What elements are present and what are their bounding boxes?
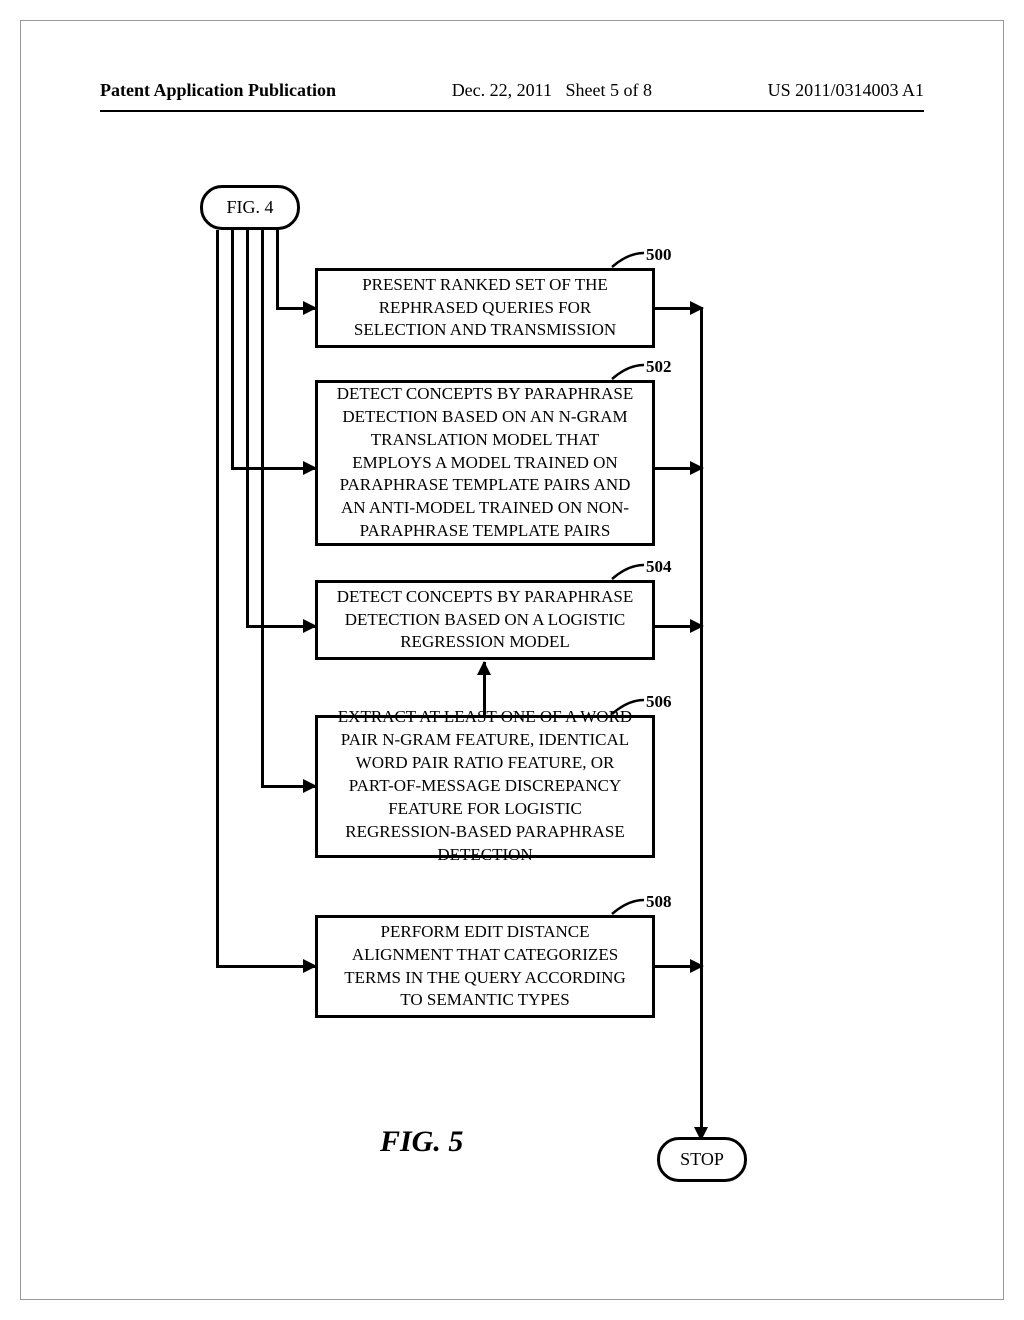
reference-leader-icon [610,363,646,381]
process-box-502-text: DETECT CONCEPTS BY PARAPHRASE DETECTION … [334,383,636,544]
connector-line [216,230,219,968]
page-header: Patent Application Publication Dec. 22, … [0,80,1024,101]
reference-leader-icon [610,898,646,916]
header-pub-number: US 2011/0314003 A1 [768,80,924,101]
stop-terminal: STOP [657,1137,747,1182]
header-sheet: Sheet 5 of 8 [566,80,652,100]
start-terminal: FIG. 4 [200,185,300,230]
connector-line [246,230,249,628]
process-box-506: EXTRACT AT LEAST ONE OF A WORD PAIR N-GR… [315,715,655,858]
arrow-into-500 [276,307,316,310]
reference-leader-icon [610,251,646,269]
figure-label: FIG. 5 [380,1125,463,1159]
process-box-500-text: PRESENT RANKED SET OF THE REPHRASED QUER… [334,274,636,343]
arrow-out-500 [655,307,703,310]
connector-line [231,230,234,470]
arrow-into-506 [261,785,316,788]
reference-leader-icon [610,698,646,716]
connector-line [276,230,279,310]
process-box-504: DETECT CONCEPTS BY PARAPHRASE DETECTION … [315,580,655,660]
arrow-into-504 [246,625,316,628]
connector-line [261,230,264,788]
arrow-out-502 [655,467,703,470]
header-date-sheet: Dec. 22, 2011 Sheet 5 of 8 [452,80,652,101]
process-box-508: PERFORM EDIT DISTANCE ALIGNMENT THAT CAT… [315,915,655,1018]
process-box-504-text: DETECT CONCEPTS BY PARAPHRASE DETECTION … [334,586,636,655]
reference-numeral-508: 508 [646,892,672,912]
arrow-506-to-504 [483,662,486,717]
start-terminal-label: FIG. 4 [226,197,273,218]
process-box-502: DETECT CONCEPTS BY PARAPHRASE DETECTION … [315,380,655,546]
process-box-508-text: PERFORM EDIT DISTANCE ALIGNMENT THAT CAT… [334,921,636,1013]
reference-numeral-504: 504 [646,557,672,577]
stop-terminal-label: STOP [680,1149,724,1170]
header-publication-type: Patent Application Publication [100,80,336,101]
reference-leader-icon [610,563,646,581]
process-box-500: PRESENT RANKED SET OF THE REPHRASED QUER… [315,268,655,348]
arrow-into-502 [231,467,316,470]
arrow-out-504 [655,625,703,628]
arrow-out-508 [655,965,703,968]
header-date: Dec. 22, 2011 [452,80,552,100]
bus-line-to-stop [700,307,703,1140]
reference-numeral-506: 506 [646,692,672,712]
reference-numeral-502: 502 [646,357,672,377]
header-rule [100,110,924,112]
process-box-506-text: EXTRACT AT LEAST ONE OF A WORD PAIR N-GR… [334,706,636,867]
reference-numeral-500: 500 [646,245,672,265]
flowchart-diagram: FIG. 4 PRESENT RANKED SET OF THE REPHRAS… [0,155,1024,1320]
arrow-into-508 [216,965,316,968]
